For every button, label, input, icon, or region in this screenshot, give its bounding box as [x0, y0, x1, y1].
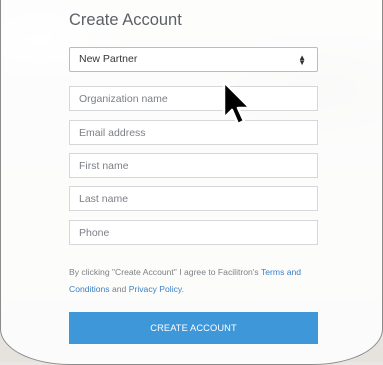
privacy-policy-link[interactable]: Privacy Policy: [129, 284, 182, 294]
partner-type-value: New Partner: [79, 53, 138, 65]
organization-name-input[interactable]: [69, 86, 318, 111]
create-account-button[interactable]: CREATE ACCOUNT: [69, 312, 318, 344]
legal-agreement-text: By clicking "Create Account" I agree to …: [69, 264, 318, 298]
email-address-input[interactable]: [69, 120, 318, 145]
form-title: Create Account: [69, 11, 182, 29]
select-arrows-icon: ▲ ▼: [298, 52, 306, 67]
last-name-input[interactable]: [69, 186, 318, 211]
phone-input[interactable]: [69, 220, 318, 245]
legal-suffix: .: [181, 284, 184, 294]
first-name-input[interactable]: [69, 153, 318, 178]
partner-type-select[interactable]: New Partner ▲ ▼: [69, 47, 318, 72]
legal-prefix: By clicking "Create Account" I agree to …: [69, 267, 261, 277]
legal-middle: and: [109, 284, 129, 294]
